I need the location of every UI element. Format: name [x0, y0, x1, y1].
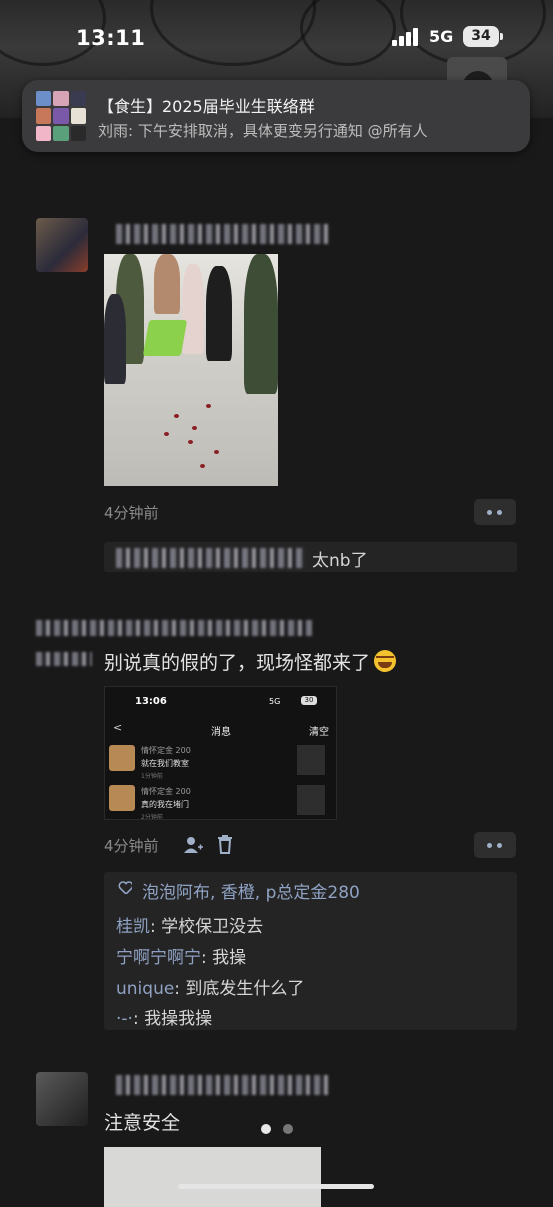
avatar[interactable]	[36, 218, 88, 272]
comment-text: : 学校保卫没去	[150, 917, 264, 937]
shot-network: 5G	[269, 697, 281, 706]
page-indicator	[283, 1124, 293, 1134]
signal-icon	[392, 28, 422, 46]
post-photo[interactable]	[104, 1147, 321, 1207]
notification-banner[interactable]: 【食生】2025届毕业生联络群 刘雨: 下午安排取消，具体更变另行通知 @所有人	[22, 80, 530, 152]
comments-box: 太nb了	[104, 542, 517, 572]
battery-icon: 34	[463, 26, 503, 47]
post-text-label: 别说真的假的了，现场怪都来了	[104, 652, 371, 674]
shot-row-thumb	[297, 785, 325, 815]
comment-text: : 我操	[201, 948, 247, 968]
comment-author[interactable]: unique	[116, 979, 174, 999]
network-label: 5G	[429, 27, 454, 46]
comment-row[interactable]: 宁啊宁啊宁: 我操	[116, 943, 246, 968]
more-actions-button[interactable]	[474, 499, 516, 525]
shot-row-time: 2分钟前	[141, 814, 163, 820]
shot-row-text: 真的我在堵门	[141, 800, 189, 809]
comments-box: 泡泡阿布, 香橙, p总定金280 桂凯: 学校保卫没去 宁啊宁啊宁: 我操 u…	[104, 872, 517, 1030]
post-time: 4分钟前	[104, 837, 159, 855]
shot-row-name: 情怀定金 200	[141, 746, 191, 755]
privacy-icon[interactable]	[183, 835, 205, 855]
shot-time: 13:06	[135, 696, 167, 707]
avatar[interactable]	[36, 1072, 88, 1126]
comment-author[interactable]: ·-·	[116, 1009, 133, 1029]
shot-avatar	[109, 785, 135, 811]
home-indicator[interactable]	[178, 1184, 374, 1189]
shot-row-name: 情怀定金 200	[141, 787, 191, 796]
more-actions-button[interactable]	[474, 832, 516, 858]
comment-row[interactable]: 桂凯: 学校保卫没去	[116, 912, 263, 937]
avatar-redacted[interactable]	[36, 652, 92, 666]
post-time: 4分钟前	[104, 504, 159, 522]
group-avatar	[36, 91, 86, 141]
likes-list[interactable]: 泡泡阿布, 香橙, p总定金280	[142, 878, 360, 903]
shot-row-time: 1分钟前	[141, 773, 163, 780]
comment-text: : 到底发生什么了	[174, 979, 305, 999]
shot-row-text: 就在我们教室	[141, 759, 189, 768]
shot-row-thumb	[297, 745, 325, 775]
green-chair	[142, 320, 188, 356]
comment-row[interactable]: unique: 到底发生什么了	[116, 974, 304, 999]
shot-title: 消息	[211, 727, 231, 738]
notification-message: 刘雨: 下午安排取消，具体更变另行通知 @所有人	[98, 122, 428, 140]
shot-avatar	[109, 745, 135, 771]
shot-back-icon: <	[113, 721, 123, 734]
post-text: 注意安全	[104, 1112, 181, 1134]
post-photo[interactable]	[104, 254, 278, 486]
comment-author[interactable]: 宁啊宁啊宁	[116, 948, 201, 968]
heart-icon	[118, 881, 132, 894]
page-indicator-active	[261, 1124, 271, 1134]
post-text: 别说真的假的了，现场怪都来了	[104, 648, 397, 675]
comment-text: 太nb了	[312, 551, 368, 571]
comment-author[interactable]: 桂凯	[116, 917, 150, 937]
post-screenshot[interactable]: 13:06 5G 30 < 消息 清空 情怀定金 200 就在我们教室 1分钟前…	[104, 686, 337, 820]
shot-clear: 清空	[309, 727, 329, 738]
comment-row[interactable]: ·-·: 我操我操	[116, 1004, 212, 1029]
commenter-redacted[interactable]	[116, 548, 306, 568]
username-redacted[interactable]	[116, 1075, 328, 1095]
shot-battery: 30	[301, 696, 317, 705]
notification-title: 【食生】2025届毕业生联络群	[98, 97, 315, 116]
clock: 13:11	[76, 26, 146, 50]
laughing-emoji-icon	[374, 650, 397, 672]
comment-text: : 我操我操	[132, 1009, 213, 1029]
username-redacted[interactable]	[116, 224, 328, 244]
delete-icon[interactable]	[216, 834, 234, 854]
username-redacted[interactable]	[36, 620, 312, 636]
